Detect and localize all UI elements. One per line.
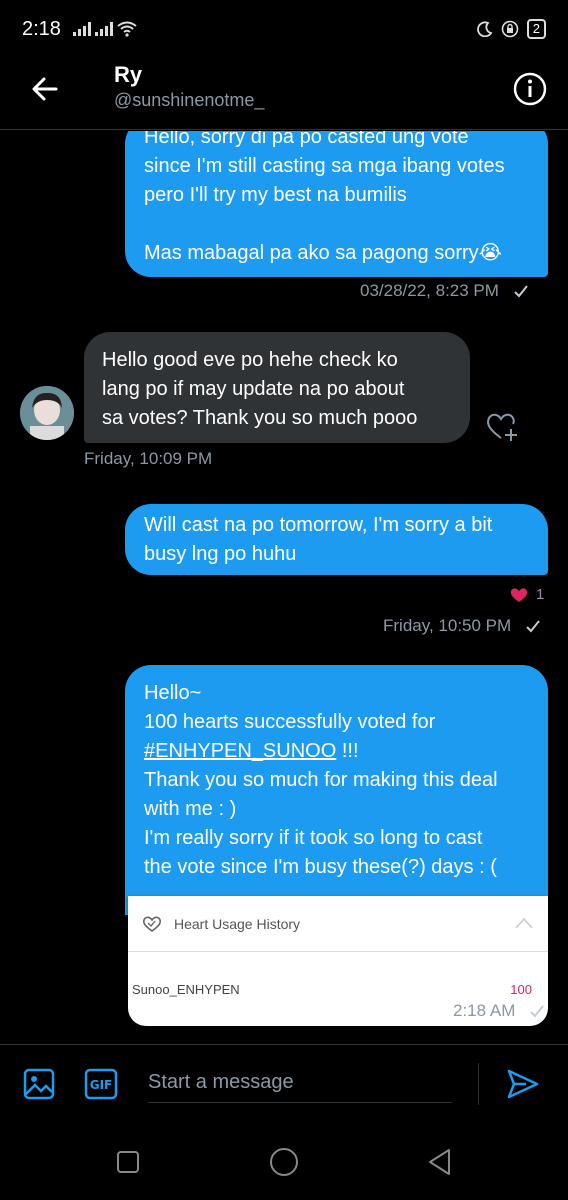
chevron-up-icon[interactable] [514, 916, 534, 930]
message-meta: Friday, 10:50 PM [383, 616, 541, 636]
message-text: Hello good eve po hehe check ko lang po … [102, 349, 418, 429]
conversation: Hello, sorry di pa po casted ung vote si… [0, 131, 568, 1044]
message-timestamp: 03/28/22, 8:23 PM [360, 281, 499, 300]
message-line: Hello~ [144, 682, 202, 704]
card-row-value: 100 [510, 982, 532, 997]
check-icon [530, 1005, 545, 1018]
contact-name[interactable]: Ry [114, 62, 142, 88]
info-icon[interactable] [513, 72, 547, 106]
message-text: Will cast na po tomorrow, I'm sorry a bi… [144, 514, 493, 565]
avatar-image [20, 386, 74, 440]
message-bubble-outgoing[interactable]: Hello~ 100 hearts successfully voted for… [125, 665, 548, 915]
signal-icon [94, 22, 113, 36]
composer-divider [478, 1063, 479, 1105]
card-header[interactable]: Heart Usage History [128, 896, 548, 952]
message-timestamp: Friday, 10:09 PM [84, 449, 213, 468]
svg-text:GIF: GIF [90, 1078, 113, 1092]
message-input[interactable] [148, 1063, 452, 1103]
message-text: Hello, sorry di pa po casted ung vote si… [144, 131, 505, 264]
send-icon[interactable] [506, 1067, 540, 1101]
home-icon[interactable] [264, 1142, 304, 1182]
arrow-left-icon[interactable] [28, 72, 62, 106]
message-meta: 03/28/22, 8:23 PM [360, 281, 529, 301]
status-bar: 2:18 2 [0, 0, 568, 58]
card-title: Heart Usage History [174, 915, 301, 932]
back-nav-icon[interactable] [420, 1142, 460, 1182]
message-bubble-outgoing[interactable]: Hello, sorry di pa po casted ung vote si… [125, 131, 548, 277]
system-nav-bar [0, 1126, 568, 1200]
message-meta: Friday, 10:09 PM [84, 449, 212, 469]
message-bubble-incoming[interactable]: Hello good eve po hehe check ko lang po … [84, 332, 470, 443]
wifi-icon [117, 21, 137, 37]
message-timestamp: Friday, 10:50 PM [383, 616, 512, 635]
image-icon[interactable] [22, 1067, 56, 1101]
message-text: !!! [336, 740, 359, 762]
heart-plus-icon[interactable] [484, 408, 520, 444]
conversation-header: Ry @sunshinenotme_ [0, 58, 568, 130]
hashtag-link[interactable]: #ENHYPEN_SUNOO [144, 740, 336, 762]
message-bubble-outgoing[interactable]: Will cast na po tomorrow, I'm sorry a bi… [125, 504, 548, 575]
message-meta: 2:18 AM [453, 1001, 545, 1021]
moon-icon [476, 21, 493, 37]
message-timestamp: 2:18 AM [453, 1001, 516, 1020]
avatar[interactable] [20, 386, 74, 440]
gif-icon[interactable]: GIF [84, 1067, 118, 1101]
reaction-count: 1 [536, 586, 545, 603]
message-line: 100 hearts successfully voted for [144, 711, 436, 733]
battery-icon: 2 [526, 19, 546, 39]
recents-icon[interactable] [108, 1142, 148, 1182]
status-right: 2 [476, 19, 546, 39]
card-row-name: Sunoo_ENHYPEN [132, 982, 240, 997]
contact-handle[interactable]: @sunshinenotme_ [114, 90, 264, 111]
heart-icon [510, 587, 528, 602]
signal-icon [72, 22, 91, 36]
check-icon [514, 285, 528, 298]
check-icon [526, 620, 540, 633]
lock-rotation-icon [501, 20, 519, 38]
message-composer: GIF [0, 1044, 568, 1126]
message-text: Thank you so much for making this deal w… [144, 769, 498, 878]
status-time: 2:18 [22, 17, 61, 40]
signal-icons [72, 21, 137, 37]
message-line: #ENHYPEN_SUNOO !!! [144, 737, 530, 766]
heart-icon [142, 916, 162, 932]
message-reaction[interactable]: 1 [510, 586, 544, 603]
